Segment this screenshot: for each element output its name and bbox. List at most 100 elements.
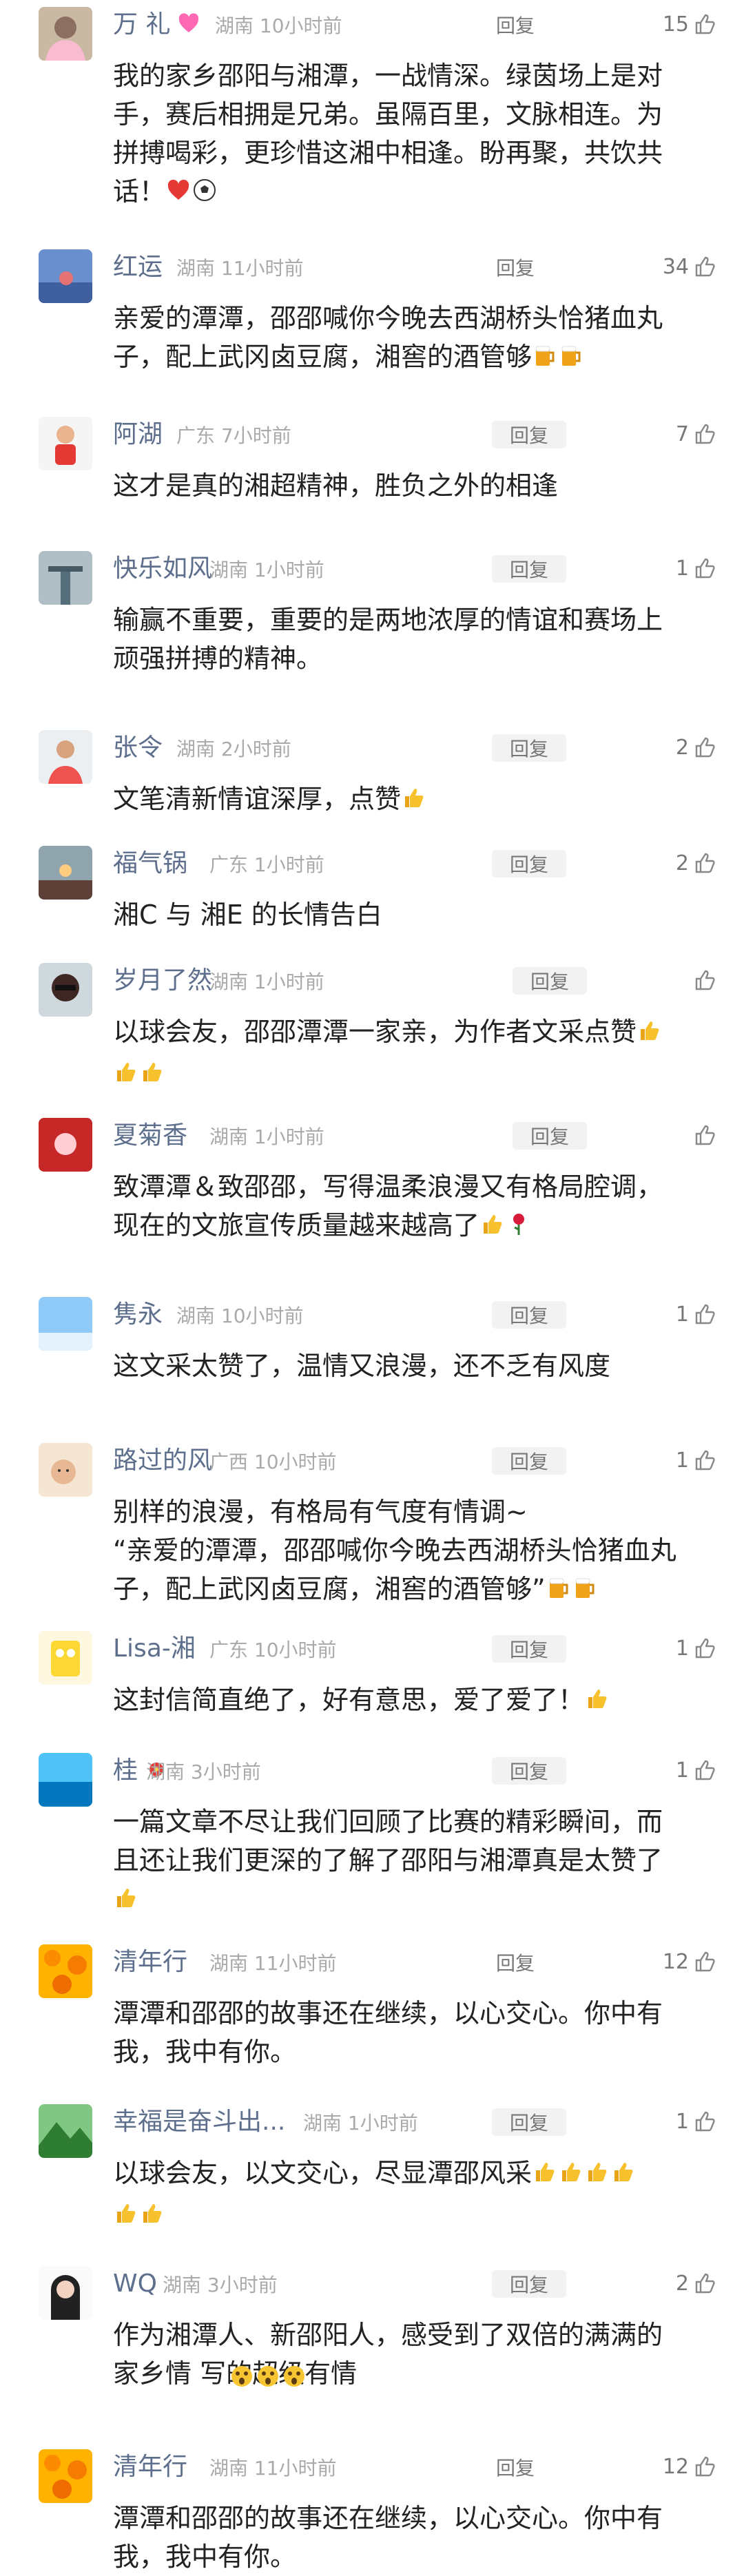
reply-button[interactable]: 回复 (492, 1757, 566, 1785)
comment-line: 子，配上武冈卤豆腐，湘窖的酒管够 (113, 337, 705, 379)
like-icon[interactable] (693, 1447, 719, 1473)
thumb-emoji-icon (584, 2157, 610, 2195)
reply-button[interactable]: 回复 (492, 1635, 566, 1663)
location-text: 广西 (209, 1451, 249, 1473)
reply-button[interactable]: 回复 (513, 967, 587, 995)
comment-line: 我，我中有你。 (113, 2537, 705, 2576)
avatar[interactable] (39, 551, 92, 605)
like-icon[interactable] (693, 2108, 719, 2134)
commenter-name[interactable]: 张令 (113, 733, 163, 763)
reply-button[interactable]: 回复 (492, 1447, 566, 1475)
like-count: 15 (662, 12, 689, 37)
comment-text: 以球会友，邵邵潭潭一家亲，为作者文采点赞 (113, 1012, 705, 1095)
reply-button[interactable]: 回复 (478, 2453, 552, 2481)
like-icon[interactable] (693, 734, 719, 760)
avatar[interactable] (39, 1118, 92, 1172)
like-count: 2 (675, 2272, 689, 2296)
timestamp: 1小时前 (254, 559, 324, 581)
comment-header: 夏菊香 湖南 1小时前 回复 (113, 1118, 719, 1152)
avatar[interactable] (39, 1443, 92, 1497)
reply-button[interactable]: 回复 (492, 421, 566, 448)
avatar[interactable] (39, 7, 92, 61)
comment-line: 一篇文章不尽让我们回顾了比赛的精彩瞬间，而 (113, 1803, 705, 1841)
like-icon[interactable] (693, 1301, 719, 1327)
commenter-name[interactable]: WQ (113, 2269, 157, 2299)
reply-button[interactable]: 回复 (492, 2270, 566, 2298)
avatar[interactable] (39, 2266, 92, 2320)
avatar[interactable] (39, 846, 92, 900)
commenter-name[interactable]: 隽永 (113, 1300, 163, 1330)
comment-line: 文笔清新情谊深厚，点赞 (113, 780, 705, 821)
avatar[interactable] (39, 1753, 92, 1807)
commenter-name[interactable]: 清年行 (113, 2452, 187, 2482)
avatar[interactable] (39, 963, 92, 1017)
avatar[interactable] (39, 1631, 92, 1685)
commenter-name[interactable]: Lisa-湘 (113, 1634, 196, 1664)
avatar[interactable] (39, 1297, 92, 1351)
commenter-name[interactable]: 快乐如风 (113, 554, 212, 584)
like-icon[interactable] (693, 2453, 719, 2480)
like-icon[interactable] (693, 2270, 719, 2296)
comment-header: 清年行 湖南 11小时前 回复 12 (113, 1944, 719, 1979)
comment-line: 这封信简直绝了，好有意思，爱了爱了！ (113, 1681, 705, 1722)
commenter-name[interactable]: 阿湖 (113, 419, 163, 450)
like-icon[interactable] (693, 1949, 719, 1975)
comment-header: 张令 湖南 2小时前 回复 2 (113, 730, 719, 765)
avatar[interactable] (39, 2449, 92, 2503)
reply-button[interactable]: 回复 (492, 734, 566, 762)
like-icon[interactable] (693, 1757, 719, 1783)
location-text: 广东 (176, 424, 216, 447)
like-icon[interactable] (693, 555, 719, 581)
comment-meta: 湖南 1小时前 (303, 2111, 418, 2136)
reply-button[interactable]: 回复 (492, 555, 566, 583)
like-icon[interactable] (693, 1122, 719, 1148)
commenter-name[interactable]: 路过的风 (113, 1446, 212, 1476)
like-count: 1 (675, 557, 689, 581)
commenter-name[interactable]: 幸福是奋斗出... (113, 2107, 285, 2137)
avatar[interactable] (39, 249, 92, 303)
comment-line: 湘C 与 湘E 的长情告白 (113, 895, 705, 934)
commenter-name[interactable]: 清年行 (113, 1947, 187, 1977)
like-icon[interactable] (693, 421, 719, 447)
like-icon[interactable] (693, 967, 719, 993)
reply-button[interactable]: 回复 (478, 253, 552, 281)
like-count: 1 (675, 1758, 689, 1783)
beer-emoji-icon (558, 340, 584, 379)
like-count: 2 (675, 736, 689, 760)
timestamp: 11小时前 (220, 257, 304, 280)
comment-line: 手，赛后相拥是兄弟。虽隔百里，文脉相连。为 (113, 95, 705, 134)
comment-line: 家乡情 写的超级有情 (113, 2354, 705, 2393)
comment-text: 这文采太赞了，温情又浪漫，还不乏有风度 (113, 1347, 705, 1385)
commenter-name[interactable]: 万 礼 (113, 10, 200, 43)
reply-button[interactable]: 回复 (478, 11, 552, 39)
reply-button[interactable]: 回复 (513, 1122, 587, 1150)
avatar[interactable] (39, 417, 92, 470)
timestamp: 11小时前 (254, 2457, 337, 2480)
location-text: 湖南 (209, 1125, 249, 1148)
avatar[interactable] (39, 1944, 92, 1998)
comment-header: WQ 湖南 3小时前 回复 2 (113, 2266, 719, 2300)
comment-meta: 湖南 1小时前 (209, 970, 324, 995)
thumb-emoji-icon (113, 2198, 139, 2236)
commenter-name[interactable]: 夏菊香 (113, 1121, 187, 1151)
like-icon[interactable] (693, 11, 719, 37)
comment-text: 亲爱的潭潭，邵邵喊你今晚去西湖桥头恰猪血丸 子，配上武冈卤豆腐，湘窖的酒管够 (113, 299, 705, 379)
comment-header: Lisa-湘 广东 10小时前 回复 1 (113, 1631, 719, 1665)
like-count: 7 (675, 422, 689, 446)
reply-button[interactable]: 回复 (492, 1301, 566, 1329)
commenter-name[interactable]: 红运 (113, 252, 163, 282)
commenter-name[interactable]: 岁月了然 (113, 966, 212, 996)
comment-line-text: 以球会友，以文交心，尽显潭邵风采 (113, 2158, 533, 2188)
like-icon[interactable] (693, 1635, 719, 1661)
commenter-name[interactable]: 福气锅 (113, 849, 187, 879)
comment-header: 快乐如风 湖南 1小时前 回复 1 (113, 551, 719, 585)
avatar[interactable] (39, 730, 92, 784)
like-icon[interactable] (693, 850, 719, 876)
thumb-emoji-icon (584, 1683, 610, 1722)
reply-button[interactable]: 回复 (478, 1949, 552, 1976)
like-icon[interactable] (693, 253, 719, 280)
comment-meta: 广东 7小时前 (176, 424, 291, 448)
reply-button[interactable]: 回复 (492, 2108, 566, 2136)
avatar[interactable] (39, 2104, 92, 2158)
reply-button[interactable]: 回复 (492, 850, 566, 877)
